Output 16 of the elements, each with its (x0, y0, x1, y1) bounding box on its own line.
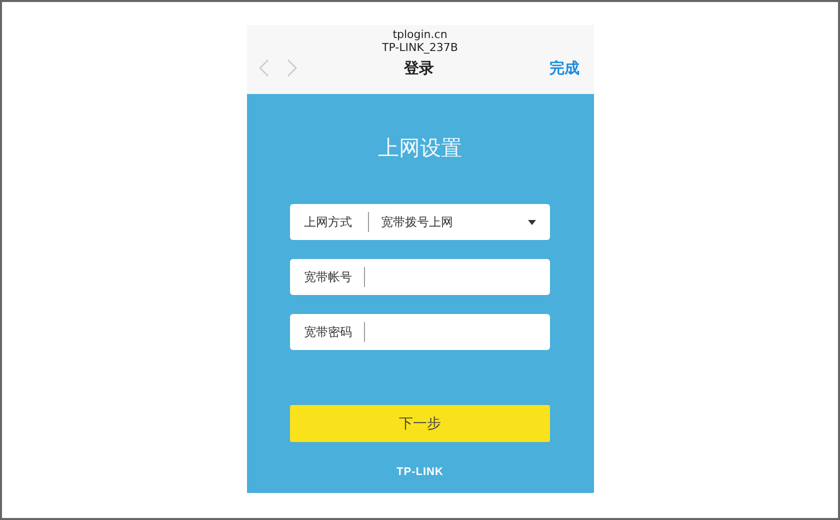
select-value: 宽带拨号上网 (381, 214, 454, 230)
network-name: TP-LINK_237B (382, 41, 458, 54)
dropdown-caret-icon (528, 220, 536, 224)
brand-logo: TP-LINK (396, 466, 444, 478)
next-button[interactable]: 下一步 (290, 405, 550, 442)
input-field[interactable]: 宽带帐号 (290, 259, 550, 295)
field-label: 上网方式 (304, 214, 353, 230)
forward-icon[interactable] (286, 59, 296, 77)
url-text: tplogin.cn (392, 28, 448, 41)
page-title: 登录 (404, 58, 434, 78)
form-heading: 上网设置 (378, 135, 462, 162)
select-field[interactable]: 上网方式 宽带拨号上网 (290, 204, 550, 240)
back-icon[interactable] (258, 59, 268, 77)
field-label: 宽带帐号 (304, 268, 353, 286)
input-field[interactable]: 宽带密码 (290, 314, 550, 350)
field-label: 宽带密码 (304, 324, 353, 340)
